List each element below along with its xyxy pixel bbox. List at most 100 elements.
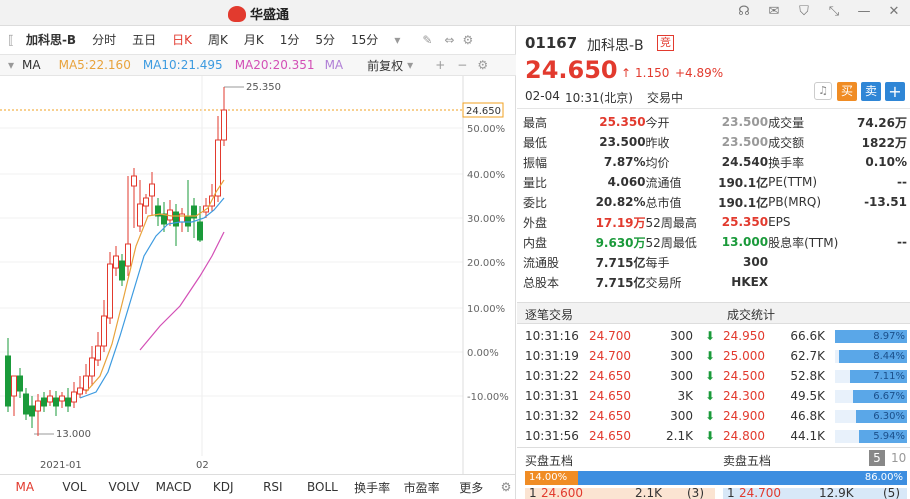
indicator-tab[interactable]: VOLV (99, 480, 149, 494)
collapse-icon[interactable]: ⤡ (826, 4, 842, 20)
y-tick-label: 40.00% (467, 170, 505, 181)
stats-row: 量比 4.060 流通值 190.1亿 PE(TTM) -- (523, 172, 907, 192)
buy-button[interactable]: 买 (837, 82, 857, 101)
tab-five-day[interactable]: 五日 (124, 26, 164, 54)
tick-cell: 10:31:56 (525, 429, 579, 443)
indicator-tab[interactable]: BOLL (298, 480, 348, 494)
dist-volume: 46.8K (790, 409, 825, 423)
candle-body (197, 221, 203, 241)
close-icon[interactable]: ✕ (886, 4, 902, 20)
tab-1min[interactable]: 1分 (272, 26, 308, 54)
down-arrow-icon: ⬇ (704, 329, 715, 343)
adjust-select[interactable]: 前复权 (367, 57, 403, 74)
stats-cell: 25.350 (721, 215, 769, 229)
stats-cell: 190.1亿 (718, 195, 769, 210)
down-arrow-icon: ⬇ (704, 389, 715, 403)
indicator-tab[interactable]: VOL (50, 480, 100, 494)
tab-day-k[interactable]: 日K (164, 26, 200, 54)
dropdown-icon[interactable]: ▾ (386, 26, 408, 54)
stats-cell: 昨收 (645, 135, 670, 150)
depth-5-button[interactable]: 5 (869, 450, 885, 466)
indicator-tab[interactable]: MACD (149, 480, 199, 494)
depth-10-button[interactable]: 10 (891, 451, 906, 465)
ma-indicator-row: ▾ MA MA5:22.160 MA10:21.495 MA20:20.351 … (0, 54, 516, 76)
stats-cell: 23.500 (721, 115, 769, 129)
indicator-tab[interactable]: RSI (248, 480, 298, 494)
headset-icon[interactable]: ☊ (736, 4, 752, 20)
mail-icon[interactable]: ✉ (766, 4, 782, 20)
candle-body (41, 397, 47, 407)
dist-price: 25.000 (723, 349, 765, 363)
dist-bar: 6.30% (835, 409, 907, 423)
candle-body (95, 345, 101, 361)
sidebar-toggle-icon[interactable]: ⟦ (0, 26, 18, 54)
sell-button[interactable]: 卖 (861, 82, 881, 101)
tabs-settings-icon[interactable]: ⚙ (496, 480, 516, 494)
stats-cell: 190.1亿 (718, 175, 769, 190)
stats-cell (846, 252, 907, 272)
distribution-table: 24.950 66.6K 8.97% 25.000 62.7K 8.44% 24.500 52… (723, 326, 907, 446)
indicator-tab[interactable]: MA (0, 480, 50, 494)
stock-name-tab[interactable]: 加科思-B (18, 26, 84, 54)
stats-cell: 交易所 (645, 275, 682, 290)
ma10-value: MA10:21.495 (142, 58, 223, 72)
stats-table: 最高 25.350 今开 23.500 成交量 74.26万 最低 23.500 昨收 23.50… (523, 112, 907, 292)
add-watchlist-icon[interactable]: + (885, 82, 905, 101)
bell-icon[interactable]: ♫ (814, 82, 832, 100)
indicator-tab[interactable]: 市盈率 (397, 479, 447, 496)
app-name: 华盛通 (250, 8, 290, 23)
price-tag: 24.650 (466, 106, 501, 117)
candle-body (23, 393, 29, 415)
up-arrow-icon: ↑ (621, 66, 632, 80)
stats-cell: 13.000 (721, 235, 769, 249)
collapse-arrow-icon[interactable]: ▾ (8, 58, 14, 72)
stats-row: 流通股 7.715亿 每手 300 (523, 252, 907, 272)
tab-month-k[interactable]: 月K (236, 26, 272, 54)
candle-body (29, 405, 35, 417)
candle-body (11, 375, 17, 397)
indicator-tab[interactable]: KDJ (198, 480, 248, 494)
dist-price: 24.900 (723, 409, 765, 423)
tick-cell: 10:31:16 (525, 329, 579, 343)
chart-toolbar: ⟦ 加科思-B 分时 五日 日K 周K 月K 1分 5分 15分 ▾ ✎ ⇔ ⚙ (0, 26, 516, 54)
kline-chart[interactable]: 50.00% 40.00% 30.00% 20.00% 10.00% 0.00% -10.0… (0, 76, 516, 474)
buy-ratio-label: 14.00% (529, 472, 568, 483)
stats-cell: 均价 (645, 155, 670, 170)
minimize-icon[interactable]: — (856, 4, 872, 20)
stock-code: 01167 (525, 34, 578, 52)
stats-cell: 换手率 (768, 155, 805, 170)
distribution-row: 24.800 44.1K 5.94% (723, 426, 907, 446)
buy-book-title: 买盘五档 (525, 454, 574, 468)
tick-row: 10:31:32 24.650 300 ⬇ (525, 406, 715, 426)
stats-row: 最高 25.350 今开 23.500 成交量 74.26万 (523, 112, 907, 132)
indicator-tab[interactable]: 更多 (446, 479, 496, 496)
dist-volume: 44.1K (790, 429, 825, 443)
stats-cell: 振幅 (523, 155, 548, 170)
shirt-icon[interactable]: ⛉ (796, 4, 812, 20)
stats-cell: HKEX (731, 275, 769, 289)
tab-15min[interactable]: 15分 (343, 26, 386, 54)
ticks-table: 10:31:16 24.700 300 ⬇ 10:31:19 24.700 300 ⬇ 10:3… (525, 326, 715, 446)
candle-body (83, 375, 89, 391)
tab-minute[interactable]: 分时 (84, 26, 124, 54)
stats-cell: PE(TTM) (768, 175, 818, 189)
minus-icon[interactable]: − (457, 58, 467, 72)
add-icon[interactable]: + (435, 58, 445, 72)
indicator-settings-icon[interactable]: ⚙ (477, 58, 488, 72)
tick-cell: 2.1K (666, 429, 693, 443)
tick-row: 10:31:16 24.700 300 ⬇ (525, 326, 715, 346)
stats-cell: 流通值 (645, 175, 682, 190)
stats-cell: 委比 (523, 195, 548, 210)
distribution-row: 24.900 46.8K 6.30% (723, 406, 907, 426)
tab-week-k[interactable]: 周K (200, 26, 236, 54)
indicator-tab[interactable]: 换手率 (347, 479, 397, 496)
tab-5min[interactable]: 5分 (307, 26, 343, 54)
candle-body (89, 357, 95, 377)
expand-icon[interactable]: ⇔ (440, 26, 458, 54)
y-tick-label: 30.00% (467, 214, 505, 225)
y-tick-label: 20.00% (467, 258, 505, 269)
stock-badge: 竞 (657, 35, 674, 51)
adjust-dropdown-icon[interactable]: ▾ (407, 58, 413, 72)
pen-icon[interactable]: ✎ (414, 26, 440, 54)
settings-icon[interactable]: ⚙ (458, 26, 477, 54)
